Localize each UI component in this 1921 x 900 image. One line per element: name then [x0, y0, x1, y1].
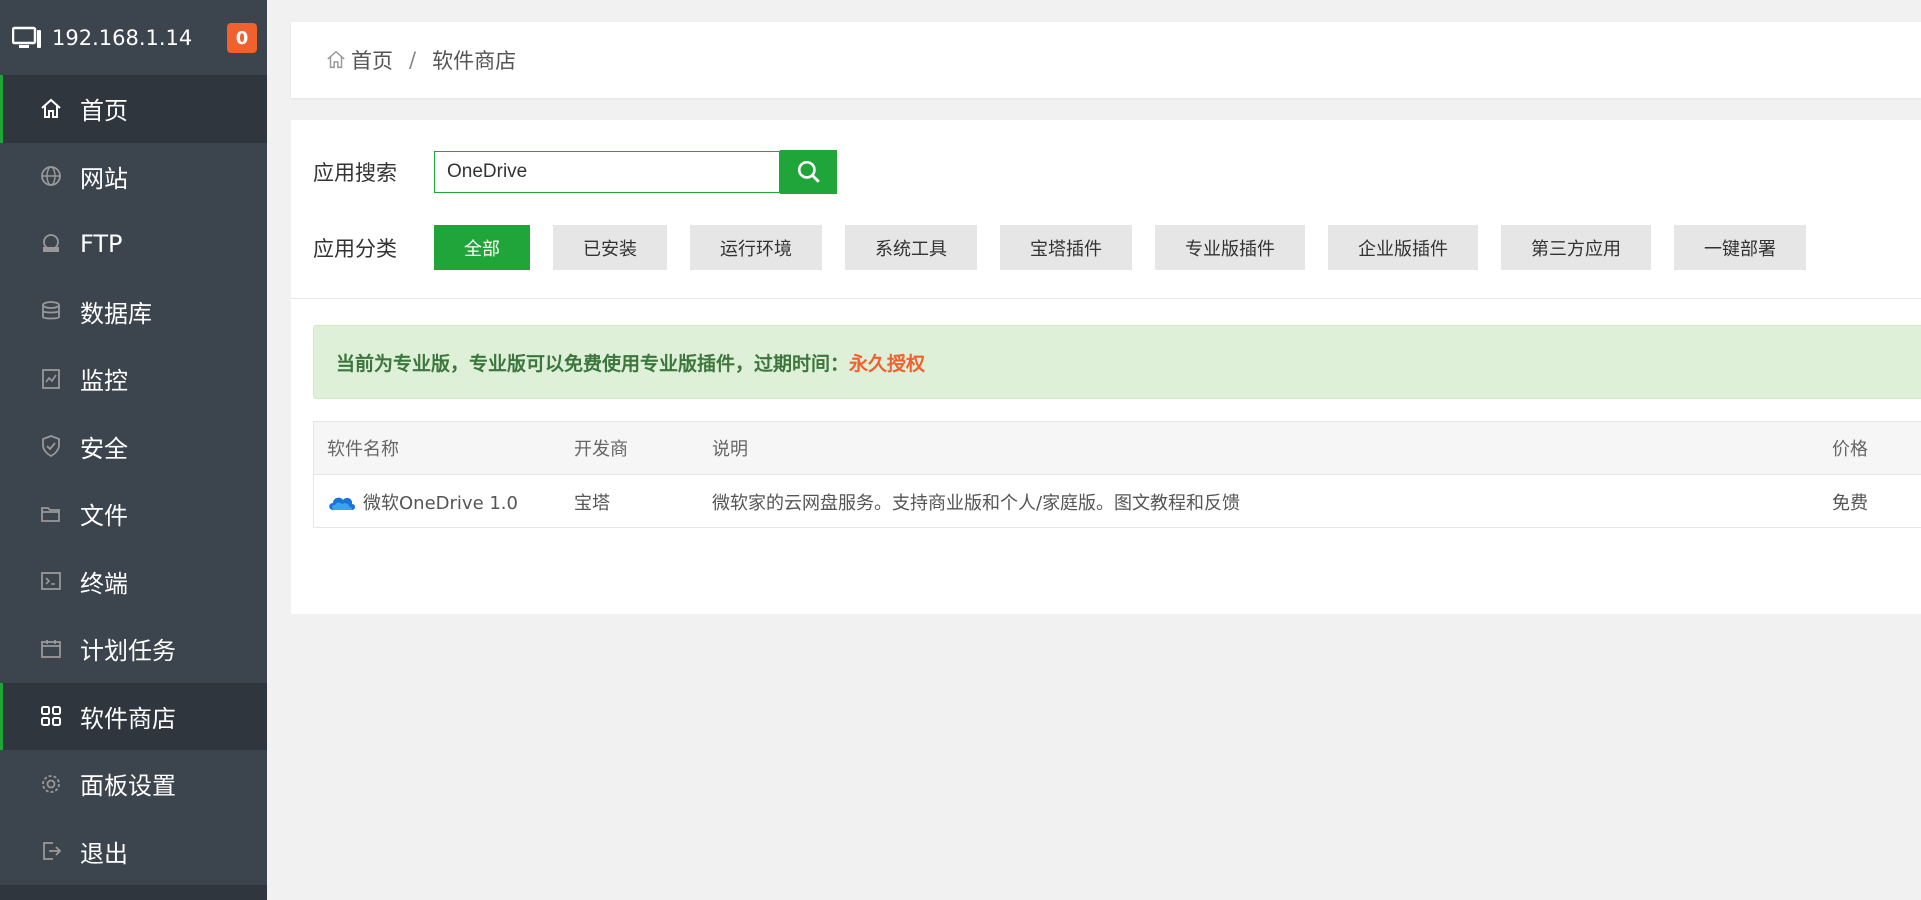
sidebar-item-label: 文件	[80, 502, 128, 531]
server-ip: 192.168.1.14	[52, 25, 193, 50]
calendar-icon	[38, 636, 64, 662]
category-label: 应用分类	[313, 236, 397, 261]
sidebar-item-label: 计划任务	[80, 637, 176, 666]
grid-icon	[38, 703, 64, 729]
sidebar-item-cron[interactable]: 计划任务	[0, 615, 267, 683]
header-vendor: 开发商	[574, 439, 628, 460]
header-name: 软件名称	[327, 439, 399, 460]
sidebar-item-database[interactable]: 数据库	[0, 278, 267, 346]
sidebar-item-files[interactable]: 文件	[0, 480, 267, 548]
home-icon	[38, 96, 64, 122]
breadcrumb: 首页 / 软件商店	[291, 22, 1921, 98]
software-name: 微软OneDrive 1.0	[363, 492, 518, 514]
software-table: 软件名称 开发商 说明 价格 微软OneDrive 1.0 宝塔 微软家的云网盘…	[313, 421, 1921, 528]
globe-icon	[38, 163, 64, 189]
category-bt-plugins[interactable]: 宝塔插件	[1000, 225, 1132, 270]
category-system-tools[interactable]: 系统工具	[845, 225, 977, 270]
search-icon	[797, 160, 820, 183]
breadcrumb-current: 软件商店	[432, 49, 517, 73]
sidebar-item-label: 退出	[80, 839, 128, 868]
search-row: 应用搜索 OneDrive	[313, 150, 837, 194]
terminal-icon	[38, 568, 64, 594]
ftp-icon	[38, 231, 64, 257]
sidebar-item-ftp[interactable]: FTP	[0, 210, 267, 278]
home-icon	[327, 50, 345, 69]
sidebar-item-label: 网站	[80, 164, 128, 193]
row-name-cell[interactable]: 微软OneDrive 1.0	[327, 475, 518, 528]
category-enterprise-plugins[interactable]: 企业版插件	[1328, 225, 1478, 270]
breadcrumb-home[interactable]: 首页	[351, 45, 393, 75]
search-button[interactable]	[780, 150, 837, 194]
notice-text: 当前为专业版，专业版可以免费使用专业版插件，过期时间：	[336, 352, 850, 375]
server-header: 192.168.1.14 0	[0, 0, 267, 75]
software-vendor: 宝塔	[574, 492, 610, 514]
logout-icon	[38, 838, 64, 864]
folder-icon	[38, 501, 64, 527]
header-price: 价格	[1832, 439, 1868, 460]
sidebar-item-label: 软件商店	[80, 704, 176, 733]
gear-icon	[38, 771, 64, 797]
software-description: 微软家的云网盘服务。支持商业版和个人/家庭版。图文教程和反馈	[712, 492, 1241, 514]
search-label: 应用搜索	[313, 161, 397, 185]
sidebar-item-security[interactable]: 安全	[0, 413, 267, 481]
sidebar-bottom	[0, 885, 267, 900]
sidebar-item-label: 监控	[80, 367, 128, 396]
sidebar-item-logout[interactable]: 退出	[0, 818, 267, 886]
computer-icon	[12, 26, 41, 48]
monitor-icon	[38, 366, 64, 392]
notice-highlight: 永久授权	[849, 352, 926, 375]
table-row[interactable]: 微软OneDrive 1.0 宝塔 微软家的云网盘服务。支持商业版和个人/家庭版…	[314, 475, 1921, 528]
license-notice: 当前为专业版，专业版可以免费使用专业版插件，过期时间： 永久授权	[313, 325, 1921, 399]
sidebar-item-label: 终端	[80, 569, 128, 598]
sidebar-item-store[interactable]: 软件商店	[0, 682, 267, 750]
category-row: 应用分类 全部 已安装 运行环境 系统工具 宝塔插件 专业版插件 企业版插件 第…	[313, 225, 1829, 270]
notification-badge[interactable]: 0	[227, 23, 257, 53]
divider	[291, 298, 1921, 299]
search-input[interactable]: OneDrive	[434, 151, 780, 193]
category-runtime[interactable]: 运行环境	[690, 225, 822, 270]
onedrive-icon	[329, 497, 355, 510]
sidebar-item-settings[interactable]: 面板设置	[0, 750, 267, 818]
breadcrumb-separator: /	[409, 48, 417, 72]
sidebar-item-monitor[interactable]: 监控	[0, 345, 267, 413]
sidebar-item-label: 首页	[80, 97, 128, 126]
table-header: 软件名称 开发商 说明 价格	[314, 422, 1921, 475]
sidebar-menu: 首页 网站 FTP 数据库 监控 安全 文件 终端 计划任务 软件商店 面板设置…	[0, 75, 267, 885]
category-one-click-deploy[interactable]: 一键部署	[1674, 225, 1806, 270]
sidebar-item-label: 安全	[80, 434, 128, 463]
sidebar-item-website[interactable]: 网站	[0, 143, 267, 211]
shield-icon	[38, 433, 64, 459]
sidebar-item-home[interactable]: 首页	[0, 75, 267, 143]
software-price: 免费	[1832, 492, 1868, 514]
sidebar-item-terminal[interactable]: 终端	[0, 548, 267, 616]
store-panel: 应用搜索 OneDrive 应用分类 全部 已安装 运行环境 系统工具 宝塔插件…	[291, 120, 1921, 614]
category-installed[interactable]: 已安装	[553, 225, 667, 270]
sidebar: 192.168.1.14 0 首页 网站 FTP 数据库 监控 安全 文件 终端…	[0, 0, 267, 900]
header-desc: 说明	[712, 439, 748, 460]
sidebar-item-label: 数据库	[80, 299, 152, 328]
sidebar-item-label: FTP	[80, 229, 123, 258]
category-pro-plugins[interactable]: 专业版插件	[1155, 225, 1305, 270]
category-all[interactable]: 全部	[434, 225, 530, 270]
database-icon	[38, 298, 64, 324]
category-third-party[interactable]: 第三方应用	[1501, 225, 1651, 270]
sidebar-item-label: 面板设置	[80, 772, 176, 801]
